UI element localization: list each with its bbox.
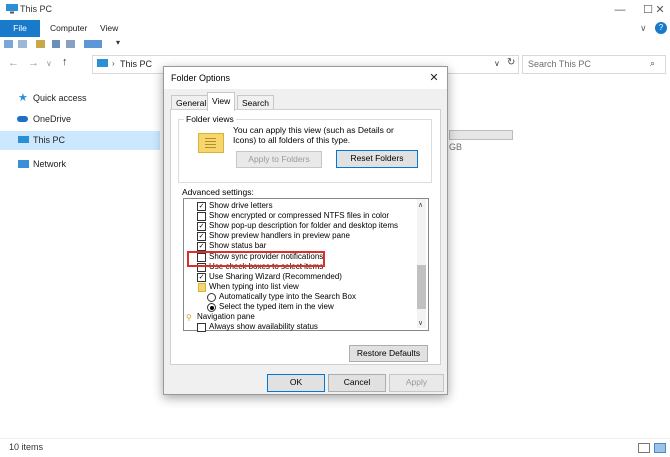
folder-icon xyxy=(198,283,206,292)
search-placeholder: Search This PC xyxy=(528,59,591,69)
setting-label: Show preview handlers in preview pane xyxy=(209,231,350,240)
nav-item-quick-access[interactable]: ★ Quick access xyxy=(0,89,160,108)
qat-view-icon[interactable] xyxy=(84,40,102,48)
dialog-close-icon[interactable]: ✕ xyxy=(426,70,442,86)
qat-properties-icon[interactable] xyxy=(4,40,13,48)
drive-usage-bar xyxy=(449,130,513,140)
address-dropdown-chevron-icon[interactable]: ∨ xyxy=(494,59,500,68)
setting-label: Automatically type into the Search Box xyxy=(219,292,356,301)
restore-defaults-button[interactable]: Restore Defaults xyxy=(349,345,428,362)
qat-layout-icon[interactable] xyxy=(66,40,75,48)
scroll-down-icon[interactable]: ∨ xyxy=(418,319,423,327)
computer-icon xyxy=(18,136,29,143)
nav-item-this-pc[interactable]: This PC xyxy=(0,131,160,150)
qat-customize-chevron-icon[interactable]: ▾ xyxy=(116,38,120,47)
folder-views-description: You can apply this view (such as Details… xyxy=(233,125,394,145)
qat-undo-icon[interactable] xyxy=(52,40,60,48)
cancel-button[interactable]: Cancel xyxy=(328,374,386,392)
search-icon[interactable]: ⌕ xyxy=(650,58,655,69)
minimize-button[interactable]: — xyxy=(606,2,634,18)
setting-label: Navigation pane xyxy=(197,312,255,321)
network-icon xyxy=(18,160,29,168)
tab-view-active[interactable]: View xyxy=(207,92,236,111)
highlight-box xyxy=(187,251,325,267)
details-view-icon[interactable] xyxy=(638,443,650,453)
explorer-titlebar xyxy=(0,0,670,20)
nav-item-label: OneDrive xyxy=(33,114,72,124)
checkbox-unchecked[interactable] xyxy=(197,323,206,332)
setting-label: Always show availability status xyxy=(209,322,318,331)
checkbox-unchecked[interactable] xyxy=(197,212,206,221)
tab-view[interactable]: View xyxy=(100,20,118,37)
large-icons-view-icon[interactable] xyxy=(654,443,666,453)
setting-label: Show status bar xyxy=(209,241,267,250)
scroll-up-icon[interactable]: ∧ xyxy=(418,201,423,209)
nav-item-network[interactable]: Network xyxy=(0,155,160,174)
reset-folders-button[interactable]: Reset Folders xyxy=(336,150,418,168)
address-pc-icon xyxy=(97,59,108,67)
tab-general[interactable]: General xyxy=(171,95,212,110)
cloud-icon xyxy=(17,116,28,122)
help-icon[interactable]: ? xyxy=(655,22,667,34)
nav-item-label: This PC xyxy=(33,135,66,145)
setting-label: Select the typed item in the view xyxy=(219,302,334,311)
radio-unselected[interactable] xyxy=(207,293,216,302)
ok-button[interactable]: OK xyxy=(267,374,325,392)
advanced-settings-label: Advanced settings: xyxy=(182,187,254,197)
tab-search[interactable]: Search xyxy=(237,95,274,110)
status-bar xyxy=(0,438,670,457)
setting-label: When typing into list view xyxy=(209,282,299,291)
checkbox-checked[interactable]: ✓ xyxy=(197,222,206,231)
folder-view-icon xyxy=(198,133,224,153)
apply-to-folders-button[interactable]: Apply to Folders xyxy=(236,151,322,168)
checkbox-checked[interactable]: ✓ xyxy=(197,242,206,251)
window-title: This PC xyxy=(20,4,53,14)
tab-file[interactable]: File xyxy=(0,20,40,37)
apply-button[interactable]: Apply xyxy=(389,374,444,392)
folder-views-label: Folder views xyxy=(184,114,236,124)
forward-arrow-icon[interactable]: → xyxy=(28,57,39,69)
breadcrumb[interactable]: This PC xyxy=(120,59,152,69)
close-window-button[interactable]: ✕ xyxy=(650,2,670,18)
qat-new-folder-icon[interactable] xyxy=(18,40,27,48)
setting-label: Use Sharing Wizard (Recommended) xyxy=(209,272,342,281)
recent-chevron-icon[interactable]: ∨ xyxy=(46,59,52,68)
this-pc-icon xyxy=(6,4,18,14)
up-arrow-icon[interactable]: ↑ xyxy=(62,56,68,68)
setting-label: Show pop-up description for folder and d… xyxy=(209,221,398,230)
nav-item-label: Quick access xyxy=(33,93,87,103)
checkbox-checked[interactable]: ✓ xyxy=(197,273,206,282)
qat-rename-icon[interactable] xyxy=(36,40,45,48)
checkbox-checked[interactable]: ✓ xyxy=(197,232,206,241)
setting-label: Show drive letters xyxy=(209,201,273,210)
breadcrumb-chevron-icon[interactable]: › xyxy=(112,59,115,68)
nav-item-label: Network xyxy=(33,159,67,169)
star-icon: ★ xyxy=(18,92,28,104)
setting-label: Show encrypted or compressed NTFS files … xyxy=(209,211,390,220)
checkbox-checked[interactable]: ✓ xyxy=(197,202,206,211)
navigation-pane-icon: ⚲ xyxy=(186,313,192,322)
radio-selected[interactable] xyxy=(207,303,216,312)
refresh-icon[interactable]: ↻ xyxy=(507,57,515,68)
tab-computer[interactable]: Computer xyxy=(50,20,87,37)
item-count: 10 items xyxy=(9,442,44,452)
drive-size-text: GB xyxy=(449,142,463,152)
scrollbar-thumb[interactable] xyxy=(417,265,426,309)
dialog-title: Folder Options xyxy=(171,73,231,83)
back-arrow-icon[interactable]: ← xyxy=(8,57,19,69)
ribbon-expand-chevron-icon[interactable]: ∨ xyxy=(640,23,647,34)
folder-options-dialog: Folder Options ✕ General View Search Fol… xyxy=(163,66,448,395)
nav-item-onedrive[interactable]: OneDrive xyxy=(0,110,160,129)
